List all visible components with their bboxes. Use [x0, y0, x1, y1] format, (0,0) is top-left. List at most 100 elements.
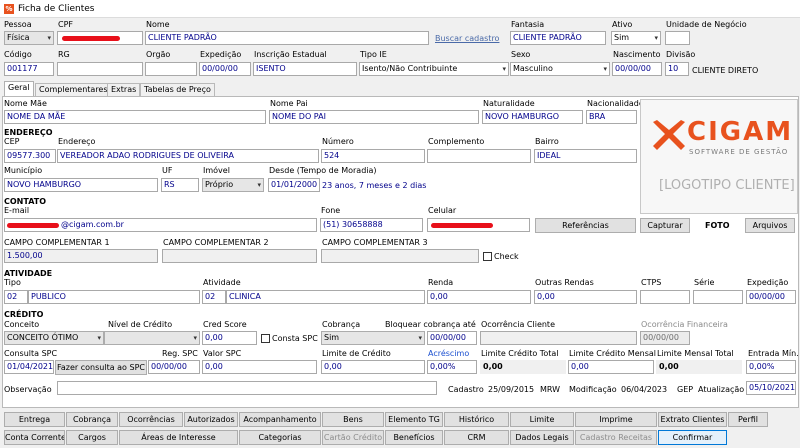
limite-credito-field[interactable]: 0,00 [321, 360, 425, 374]
nascimento-field[interactable]: 00/00/00 [612, 62, 662, 76]
email-label: E-mail [4, 206, 30, 215]
tab-geral[interactable]: Geral [4, 81, 34, 97]
valor-spc-field[interactable]: 0,00 [202, 360, 317, 374]
codigo-field[interactable]: 001177 [4, 62, 54, 76]
ie-field[interactable]: ISENTO [253, 62, 357, 76]
imovel-label: Imóvel [203, 166, 230, 175]
acompanhamento-button[interactable]: Acompanhamento [239, 412, 321, 427]
observacao-field[interactable] [57, 381, 437, 395]
uf-field[interactable]: RS [161, 178, 199, 192]
fantasia-field[interactable]: CLIENTE PADRÃO [510, 31, 606, 45]
categorias-button[interactable]: Categorias [239, 430, 321, 445]
beneficios-button[interactable]: Benefícios [385, 430, 443, 445]
expedicao-field[interactable]: 00/00/00 [199, 62, 251, 76]
fazer-consulta-spc-button[interactable]: Fazer consulta ao SPC [55, 360, 147, 375]
tipo-ie-select[interactable]: Isento/Não Contribuinte ▾ [359, 62, 509, 76]
tab-extras[interactable]: Extras [107, 83, 141, 96]
buscar-cadastro-link[interactable]: Buscar cadastro [435, 34, 499, 43]
unidade-field[interactable] [665, 31, 690, 45]
sexo-select[interactable]: Masculino ▾ [510, 62, 610, 76]
ativo-select[interactable]: Sim ▾ [611, 31, 661, 45]
imprime-button[interactable]: Imprime [575, 412, 657, 427]
nacionalidade-field[interactable]: BRA [586, 110, 637, 124]
atividade-expedicao-field[interactable]: 00/00/00 [746, 290, 796, 304]
reg-spc-field[interactable]: 00/00/00 [148, 360, 200, 374]
outras-rendas-field[interactable]: 0,00 [534, 290, 637, 304]
consulta-spc-field[interactable]: 01/04/2021 [4, 360, 54, 374]
atualizacao-field[interactable]: 05/10/2021 [746, 381, 796, 395]
historico-button[interactable]: Histórico [444, 412, 509, 427]
ctps-field[interactable] [640, 290, 690, 304]
divisao-field[interactable]: 10 [665, 62, 689, 76]
nome-field[interactable]: CLIENTE PADRÃO [145, 31, 429, 45]
check-checkbox[interactable] [483, 252, 492, 261]
cep-field[interactable]: 09577.300 [4, 149, 56, 163]
entrega-button[interactable]: Entrega [4, 412, 65, 427]
redaction-mark [431, 223, 493, 228]
acrescimo-field[interactable]: 0,00% [427, 360, 477, 374]
capturar-button[interactable]: Capturar [640, 218, 690, 233]
celular-field[interactable] [427, 218, 530, 232]
bloquear-cobranca-field[interactable]: 00/00/00 [427, 331, 477, 345]
perfil-button[interactable]: Perfil [728, 412, 768, 427]
confirmar-button[interactable]: Confirmar [658, 430, 727, 445]
bens-button[interactable]: Bens [322, 412, 384, 427]
serie-field[interactable] [693, 290, 743, 304]
ativo-value: Sim [614, 33, 630, 42]
municipio-field[interactable]: NOVO HAMBURGO [4, 178, 158, 192]
renda-field[interactable]: 0,00 [427, 290, 531, 304]
referencias-button[interactable]: Referências [535, 218, 636, 233]
pessoa-select[interactable]: Física ▾ [4, 31, 54, 45]
fone-field[interactable]: (51) 30658888 [320, 218, 423, 232]
bloquear-cobranca-label: Bloquear cobrança até [385, 320, 476, 329]
conceito-select[interactable]: CONCEITO ÓTIMO ▾ [4, 331, 104, 345]
tipo-desc-field[interactable]: PUBLICO [28, 290, 200, 304]
conta-corrente-button[interactable]: Conta Corrente [4, 430, 65, 445]
tab-complementares[interactable]: Complementares [35, 83, 112, 96]
chevron-down-icon: ▾ [193, 334, 197, 342]
imovel-select[interactable]: Próprio ▾ [202, 178, 264, 192]
cobranca-select[interactable]: Sim ▾ [321, 331, 425, 345]
complemento-field[interactable] [427, 149, 531, 163]
nome-pai-field[interactable]: NOME DO PAI [269, 110, 479, 124]
dados-legais-button[interactable]: Dados Legais [510, 430, 574, 445]
autorizados-button[interactable]: Autorizados [184, 412, 238, 427]
entrada-min-field[interactable]: 0,00% [746, 360, 796, 374]
bairro-field[interactable]: IDEAL [534, 149, 637, 163]
limite-mensal-field[interactable]: 0,00 [568, 360, 654, 374]
cobranca-button[interactable]: Cobrança [66, 412, 118, 427]
atividade-desc-field[interactable]: CLINICA [226, 290, 425, 304]
orgao-field[interactable] [145, 62, 197, 76]
cartao-credito-button[interactable]: Cartão Crédito [322, 430, 384, 445]
unidade-label: Unidade de Negócio [666, 20, 747, 29]
cargos-button[interactable]: Cargos [66, 430, 118, 445]
limite-total-value: 0,00 [480, 360, 566, 374]
email-field[interactable]: @cigam.com.br [4, 218, 317, 232]
cpf-field[interactable] [57, 31, 143, 45]
campo3-field[interactable] [321, 249, 479, 263]
ocorrencias-button[interactable]: Ocorrências [119, 412, 183, 427]
campo2-field[interactable] [162, 249, 317, 263]
tipo-code-field[interactable]: 02 [4, 290, 28, 304]
atividade-code-field[interactable]: 02 [202, 290, 226, 304]
extrato-clientes-button[interactable]: Extrato Clientes [658, 412, 727, 427]
campo1-field[interactable]: 1.500,00 [4, 249, 158, 263]
desde-field[interactable]: 01/01/2000 [268, 178, 320, 192]
tab-tabelas-preco[interactable]: Tabelas de Preço [140, 83, 215, 96]
crm-button[interactable]: CRM [444, 430, 509, 445]
areas-interesse-button[interactable]: Áreas de Interesse [119, 430, 238, 445]
cred-score-field[interactable]: 0,00 [202, 331, 257, 345]
nivel-credito-select[interactable]: ▾ [104, 331, 200, 345]
elemento-tg-button[interactable]: Elemento TG [385, 412, 443, 427]
ocorrencia-cliente-field[interactable] [480, 331, 637, 345]
ocorrencia-financeira-field[interactable]: 00/00/00 [640, 331, 690, 345]
rg-field[interactable] [57, 62, 143, 76]
naturalidade-field[interactable]: NOVO HAMBURGO [482, 110, 583, 124]
cadastro-receitas-button[interactable]: Cadastro Receitas [575, 430, 657, 445]
limite-button[interactable]: Limite [510, 412, 574, 427]
arquivos-button[interactable]: Arquivos [745, 218, 795, 233]
numero-field[interactable]: 524 [321, 149, 425, 163]
consta-spc-checkbox[interactable] [261, 334, 270, 343]
nome-mae-field[interactable]: NOME DA MÃE [4, 110, 266, 124]
endereco-field[interactable]: VEREADOR ADAO RODRIGUES DE OLIVEIRA [57, 149, 319, 163]
